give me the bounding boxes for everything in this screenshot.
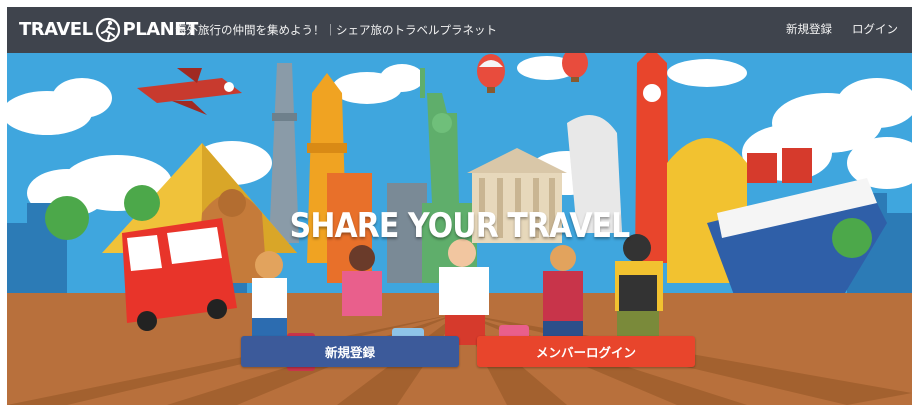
register-button[interactable]: 新規登録	[241, 336, 459, 367]
hero-title: SHARE YOUR TRAVEL	[289, 206, 631, 246]
logo-text-travel: TRAVEL	[19, 19, 93, 40]
globe-runner-icon	[95, 17, 121, 43]
site-header: TRAVEL PLANET 海外旅行の仲間を集めよう！｜シェア旅のトラベルプラネ…	[7, 7, 912, 53]
page-frame: TRAVEL PLANET 海外旅行の仲間を集めよう！｜シェア旅のトラベルプラネ…	[7, 7, 912, 405]
site-logo[interactable]: TRAVEL PLANET	[19, 17, 198, 43]
member-login-button-label: メンバーログイン	[535, 345, 636, 360]
register-button-label: 新規登録	[324, 345, 375, 360]
nav-login-link[interactable]: ログイン	[852, 21, 898, 37]
member-login-button[interactable]: メンバーログイン	[477, 336, 695, 367]
hero-banner: SHARE YOUR TRAVEL 新規登録 メンバーログイン	[7, 53, 912, 405]
site-tagline: 海外旅行の仲間を集めよう！｜シェア旅のトラベルプラネット	[175, 23, 497, 37]
nav-register-link[interactable]: 新規登録	[786, 21, 832, 37]
header-nav: 新規登録 ログイン	[786, 21, 898, 37]
